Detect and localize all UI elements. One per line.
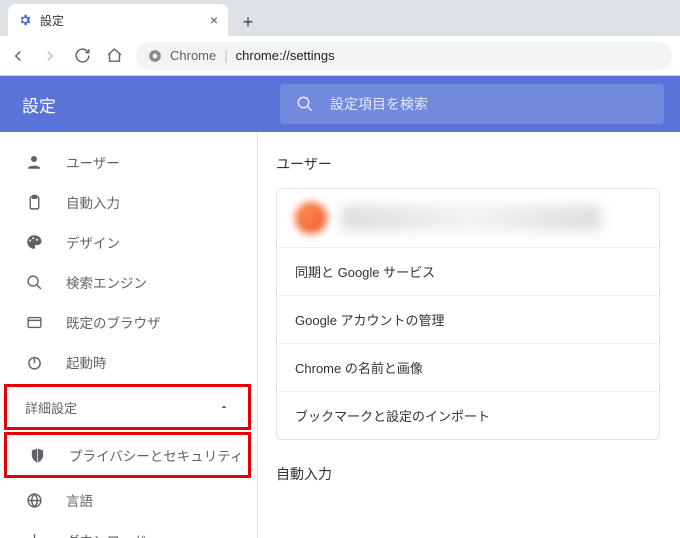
shield-icon (27, 445, 47, 465)
sidebar-item-privacy[interactable]: プライバシーとセキュリティ (7, 435, 248, 475)
sidebar-item-search[interactable]: 検索エンジン (0, 262, 257, 302)
sidebar: ユーザー 自動入力 デザイン 検索エンジン 既定のブラウザ 起動時 詳細設定 (0, 132, 258, 538)
search-placeholder: 設定項目を検索 (330, 94, 428, 114)
person-icon (24, 152, 44, 172)
address-url: chrome://settings (236, 48, 335, 63)
page-title: 設定 (0, 92, 280, 117)
new-tab-button[interactable]: + (234, 8, 262, 36)
sidebar-item-label: ユーザー (66, 152, 120, 172)
search-icon (296, 95, 314, 113)
profile-row[interactable] (277, 189, 659, 247)
browser-icon (24, 312, 44, 332)
close-icon[interactable]: × (210, 12, 218, 28)
tab-title: 設定 (40, 12, 64, 29)
chevron-up-icon (218, 401, 230, 413)
chrome-icon (148, 49, 162, 63)
sidebar-item-label: プライバシーとセキュリティ (69, 445, 243, 465)
sidebar-item-autofill[interactable]: 自動入力 (0, 182, 257, 222)
address-context: Chrome (170, 48, 216, 63)
settings-header: 設定 設定項目を検索 (0, 76, 680, 132)
back-button[interactable] (8, 46, 28, 66)
address-bar: Chrome | chrome://settings (0, 36, 680, 76)
search-icon (24, 272, 44, 292)
highlight-advanced: 詳細設定 (4, 384, 251, 430)
home-button[interactable] (104, 46, 124, 66)
section-title-autofill: 自動入力 (276, 464, 660, 484)
row-chrome-name[interactable]: Chrome の名前と画像 (277, 343, 659, 391)
reload-button[interactable] (72, 46, 92, 66)
sidebar-item-label: 既定のブラウザ (66, 312, 161, 332)
sidebar-item-label: 検索エンジン (66, 272, 147, 292)
gear-icon (18, 13, 32, 27)
globe-icon (24, 490, 44, 510)
sidebar-item-startup[interactable]: 起動時 (0, 342, 257, 382)
search-input[interactable]: 設定項目を検索 (280, 84, 664, 124)
sidebar-item-downloads[interactable]: ダウンロード (0, 520, 257, 538)
sidebar-item-user[interactable]: ユーザー (0, 142, 257, 182)
sidebar-item-label: 言語 (66, 490, 93, 510)
highlight-privacy: プライバシーとセキュリティ (4, 432, 251, 478)
section-title-user: ユーザー (276, 154, 660, 174)
sidebar-item-label: 自動入力 (66, 192, 120, 212)
profile-text-blurred (341, 205, 601, 231)
avatar (295, 202, 327, 234)
sidebar-item-label: デザイン (66, 232, 120, 252)
tab-strip: 設定 × + (0, 0, 680, 36)
row-google-account[interactable]: Google アカウントの管理 (277, 295, 659, 343)
row-sync[interactable]: 同期と Google サービス (277, 247, 659, 295)
row-import[interactable]: ブックマークと設定のインポート (277, 391, 659, 439)
main-content: ユーザー 同期と Google サービス Google アカウントの管理 Chr… (258, 132, 680, 538)
browser-tab[interactable]: 設定 × (8, 4, 228, 36)
palette-icon (24, 232, 44, 252)
sidebar-item-default-browser[interactable]: 既定のブラウザ (0, 302, 257, 342)
forward-button[interactable] (40, 46, 60, 66)
sidebar-item-language[interactable]: 言語 (0, 480, 257, 520)
power-icon (24, 352, 44, 372)
advanced-label: 詳細設定 (25, 398, 77, 417)
download-icon (24, 530, 44, 538)
user-card: 同期と Google サービス Google アカウントの管理 Chrome の… (276, 188, 660, 440)
sidebar-item-label: ダウンロード (66, 530, 147, 538)
sidebar-item-appearance[interactable]: デザイン (0, 222, 257, 262)
sidebar-advanced-toggle[interactable]: 詳細設定 (7, 387, 248, 427)
sidebar-item-label: 起動時 (66, 352, 107, 372)
clipboard-icon (24, 192, 44, 212)
address-field[interactable]: Chrome | chrome://settings (136, 42, 672, 70)
